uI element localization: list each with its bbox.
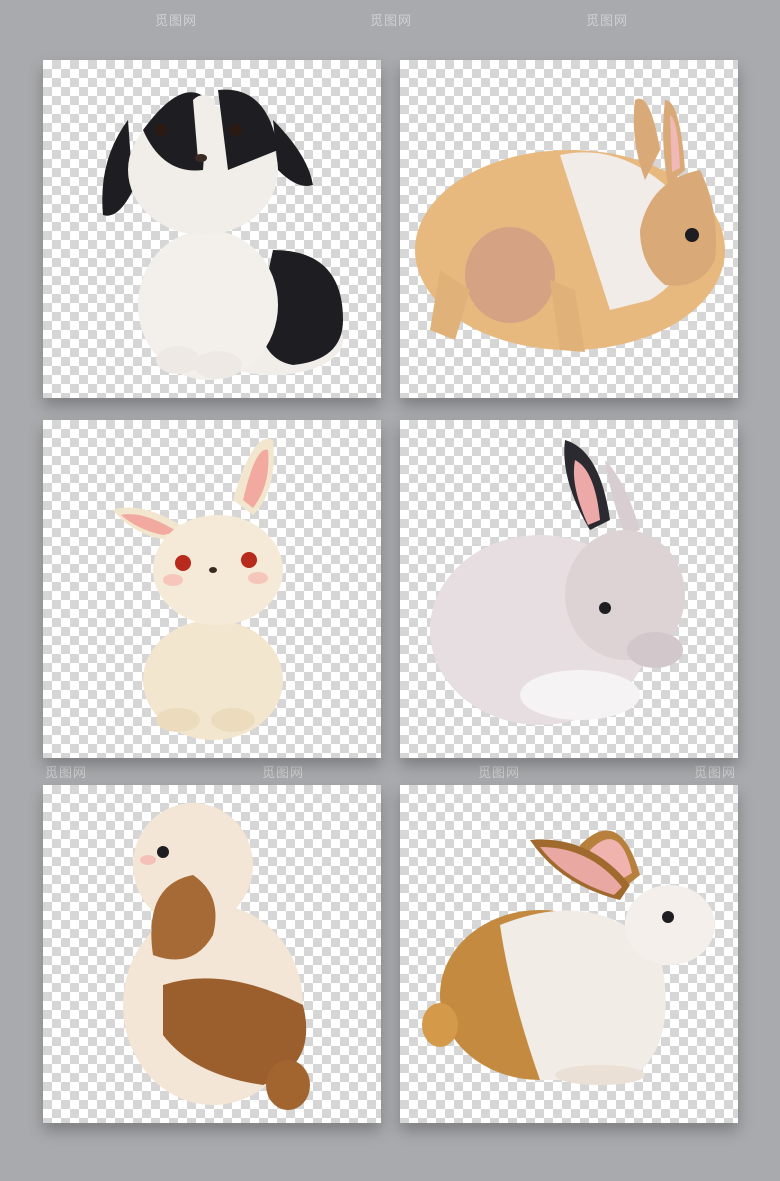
rabbit-white-brown-crouching-icon [422, 830, 715, 1085]
watermark: 觅图网 [45, 766, 88, 781]
watermark: 觅图网 [586, 14, 629, 29]
rabbit-lop-brown-patch-icon [123, 803, 310, 1110]
watermark: 觅图网 [155, 14, 198, 29]
rabbit-tile-6 [400, 785, 738, 1123]
watermark: 觅图网 [262, 766, 305, 781]
rabbit-tile-4 [400, 420, 738, 758]
watermark: 觅图网 [694, 766, 737, 781]
rabbit-cream-sitting-icon [113, 438, 283, 740]
watermark: 觅图网 [478, 766, 521, 781]
rabbit-tan-back-view-icon [415, 98, 725, 352]
rabbit-tile-5 [43, 785, 381, 1123]
rabbit-tile-1 [43, 60, 381, 398]
rabbit-tile-2 [400, 60, 738, 398]
rabbit-black-white-sitting-icon [102, 89, 343, 380]
watermark: 觅图网 [370, 14, 413, 29]
rabbit-tile-3 [43, 420, 381, 758]
rabbit-grey-grooming-icon [430, 440, 685, 725]
